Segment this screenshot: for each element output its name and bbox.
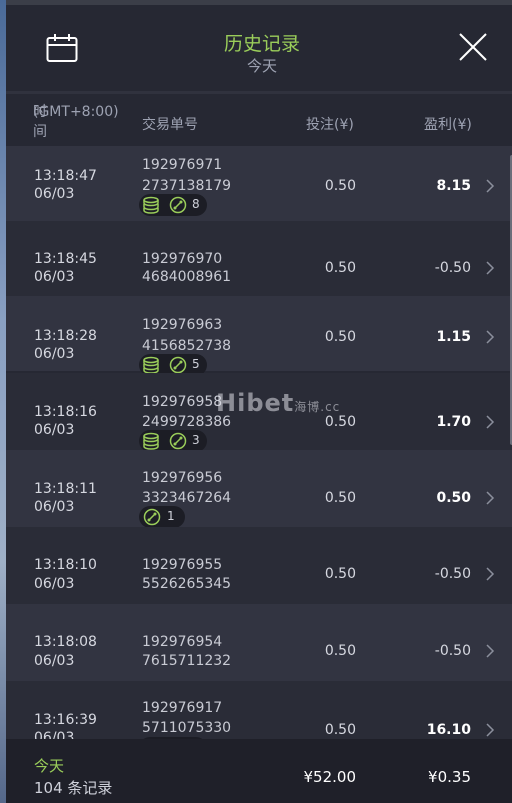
record-row[interactable]: 13:18:11 06/03 192976956 3323467264 1 0.… (6, 450, 512, 528)
record-profit: -0.50 (434, 643, 471, 659)
record-order-id: 192976958 (142, 394, 223, 410)
record-profit: 16.10 (426, 722, 471, 738)
record-stake: 0.50 (324, 260, 356, 276)
column-stake: 投注(¥) (306, 117, 354, 133)
chevron-right-icon (486, 415, 495, 429)
header: 历史记录 今天 (6, 5, 512, 94)
record-date: 06/03 (34, 499, 75, 515)
badge-count: 3 (192, 433, 200, 447)
close-icon[interactable] (458, 32, 488, 62)
record-row[interactable]: 13:18:45 06/03 192976970 4684008961 0.50… (6, 221, 512, 296)
record-order-id-2: 4684008961 (142, 269, 232, 285)
coins-icon (143, 196, 159, 214)
summary-period: 今天 (34, 757, 65, 775)
record-order-id-2: 2737138179 (142, 178, 232, 194)
record-stake: 0.50 (324, 643, 356, 659)
column-header: 时间 (GMT+8:00) 交易单号 投注(¥) 盈利(¥) (6, 94, 512, 146)
chevron-right-icon (486, 179, 495, 193)
record-profit: 0.50 (436, 490, 471, 506)
record-order-id-2: 5711075330 (142, 720, 232, 736)
record-stake: 0.50 (324, 722, 356, 738)
record-order-id-2: 7615711232 (142, 653, 232, 669)
record-stake: 0.50 (324, 178, 356, 194)
link-icon (169, 432, 187, 450)
record-stake: 0.50 (324, 566, 356, 582)
chevron-right-icon (486, 567, 495, 581)
record-order-id-2: 5526265345 (142, 576, 232, 592)
record-profit: 1.15 (436, 329, 471, 345)
record-badges: 3 (139, 430, 207, 452)
record-row[interactable]: 13:18:47 06/03 192976971 2737138179 8 0.… (6, 146, 512, 221)
summary-total-profit: ¥0.35 (428, 768, 471, 786)
record-row[interactable]: 13:18:08 06/03 192976954 7615711232 0.50… (6, 604, 512, 681)
record-date: 06/03 (34, 269, 75, 285)
record-profit: 8.15 (436, 178, 471, 194)
record-time: 13:18:08 (34, 634, 97, 650)
record-row[interactable]: 13:18:28 06/03 192976963 4156852738 5 0.… (6, 296, 512, 376)
coins-icon (143, 432, 159, 450)
badge-count: 1 (167, 509, 175, 523)
record-order-id-2: 4156852738 (142, 338, 232, 354)
record-time: 13:18:10 (34, 557, 97, 573)
summary-footer: 今天 104 条记录 ¥52.00 ¥0.35 (6, 739, 512, 803)
column-order: 交易单号 (142, 117, 198, 133)
record-date: 06/03 (34, 346, 75, 362)
record-order-id: 192976917 (142, 700, 223, 716)
record-row[interactable]: 13:18:10 06/03 192976955 5526265345 0.50… (6, 527, 512, 604)
chevron-right-icon (486, 644, 495, 658)
chevron-right-icon (486, 491, 495, 505)
record-time: 13:18:47 (34, 168, 97, 184)
column-timezone: (GMT+8:00) (33, 104, 119, 120)
record-order-id: 192976970 (142, 251, 223, 267)
page-title: 历史记录 (223, 33, 300, 55)
record-stake: 0.50 (324, 329, 356, 345)
watermark-logo: Hibet海博.cc (216, 389, 340, 417)
record-date: 06/03 (34, 730, 75, 739)
record-time: 13:18:16 (34, 404, 97, 420)
record-list: 13:18:47 06/03 192976971 2737138179 8 0.… (6, 146, 512, 739)
record-time: 13:18:45 (34, 251, 97, 267)
record-badges: 1 (139, 506, 185, 528)
record-order-id-2: 3323467264 (142, 490, 232, 506)
record-time: 13:16:39 (34, 712, 97, 728)
summary-total-stake: ¥52.00 (303, 768, 357, 786)
chevron-right-icon (486, 723, 495, 737)
record-order-id: 192976963 (142, 317, 223, 333)
record-order-id: 192976971 (142, 157, 223, 173)
record-row[interactable]: 13:16:39 06/03 192976917 5711075330 0.50… (6, 681, 512, 739)
column-profit: 盈利(¥) (424, 117, 472, 133)
coins-icon (143, 356, 159, 374)
record-profit: 1.70 (436, 414, 471, 430)
badge-count: 5 (192, 357, 200, 371)
record-date: 06/03 (34, 576, 75, 592)
history-panel: 历史记录 今天 时间 (GMT+8:00) 交易单号 投注(¥) 盈利(¥) 1… (6, 5, 512, 803)
record-stake: 0.50 (324, 490, 356, 506)
record-order-id: 192976955 (142, 557, 223, 573)
badge-count: 8 (192, 197, 200, 211)
record-order-id: 192976956 (142, 470, 223, 486)
watermark-suffix: 海博.cc (294, 400, 341, 414)
record-order-id: 192976954 (142, 634, 223, 650)
record-time: 13:18:28 (34, 328, 97, 344)
record-time: 13:18:11 (34, 481, 97, 497)
chevron-right-icon (486, 330, 495, 344)
record-date: 06/03 (34, 653, 75, 669)
record-profit: -0.50 (434, 260, 471, 276)
watermark-text: Hibet (216, 389, 295, 417)
summary-record-count: 104 条记录 (34, 779, 113, 797)
record-badges: 8 (139, 194, 207, 216)
chevron-right-icon (486, 261, 495, 275)
record-date: 06/03 (34, 422, 75, 438)
record-profit: -0.50 (434, 566, 471, 582)
link-icon (169, 196, 187, 214)
link-icon (143, 508, 161, 526)
page-subtitle: 今天 (246, 57, 277, 75)
link-icon (169, 356, 187, 374)
record-date: 06/03 (34, 186, 75, 202)
